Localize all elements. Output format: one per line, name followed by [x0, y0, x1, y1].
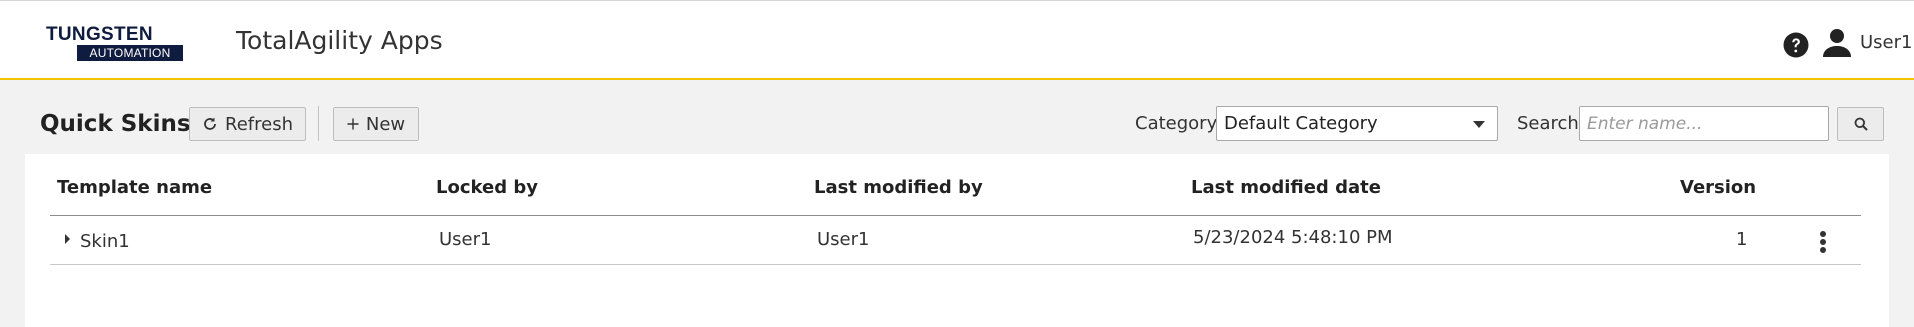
category-select[interactable]: Default Category: [1216, 106, 1498, 141]
logo-text-top: TUNGSTEN: [46, 24, 153, 45]
column-header-last-modified-by[interactable]: Last modified by: [814, 177, 983, 199]
new-label: New: [365, 113, 406, 135]
column-header-version[interactable]: Version: [1680, 177, 1756, 199]
header-divider: [50, 215, 1861, 216]
page-title: Quick Skins: [40, 111, 191, 137]
search-label: Search: [1517, 113, 1579, 134]
cell-last-modified-date: 5/23/2024 5:48:10 PM: [1193, 227, 1393, 248]
search-button[interactable]: [1837, 107, 1884, 141]
column-header-locked-by[interactable]: Locked by: [436, 177, 538, 199]
column-header-last-modified-date[interactable]: Last modified date: [1191, 177, 1381, 199]
refresh-label: Refresh: [225, 113, 293, 135]
category-value: Default Category: [1224, 113, 1378, 134]
logo-text-bottom: AUTOMATION: [77, 45, 183, 61]
refresh-button[interactable]: Refresh: [189, 107, 306, 141]
category-label: Category: [1135, 113, 1218, 134]
chevron-down-icon: [1473, 121, 1485, 128]
cell-template-name[interactable]: Skin1: [80, 231, 130, 253]
row-divider: [50, 264, 1861, 265]
toolbar-divider: [318, 106, 319, 141]
plus-icon: [347, 118, 359, 130]
user-name[interactable]: User1: [1860, 32, 1912, 54]
search-input[interactable]: [1579, 106, 1829, 141]
column-header-template-name[interactable]: Template name: [57, 177, 212, 199]
cell-last-modified-by: User1: [817, 229, 870, 250]
cell-locked-by: User1: [439, 229, 492, 250]
question-circle-icon[interactable]: [1783, 32, 1809, 58]
person-icon[interactable]: [1822, 27, 1852, 57]
new-button[interactable]: New: [333, 107, 419, 141]
search-icon: [1854, 117, 1868, 131]
app-title: TotalAgility Apps: [236, 26, 443, 55]
tungsten-logo[interactable]: TUNGSTEN AUTOMATION: [46, 25, 184, 61]
cell-version: 1: [1736, 229, 1748, 250]
top-bar: TUNGSTEN AUTOMATION TotalAgility Apps Us…: [0, 0, 1914, 80]
more-vertical-icon[interactable]: [1818, 230, 1828, 254]
refresh-icon: [204, 117, 216, 130]
caret-right-icon[interactable]: [65, 234, 70, 244]
